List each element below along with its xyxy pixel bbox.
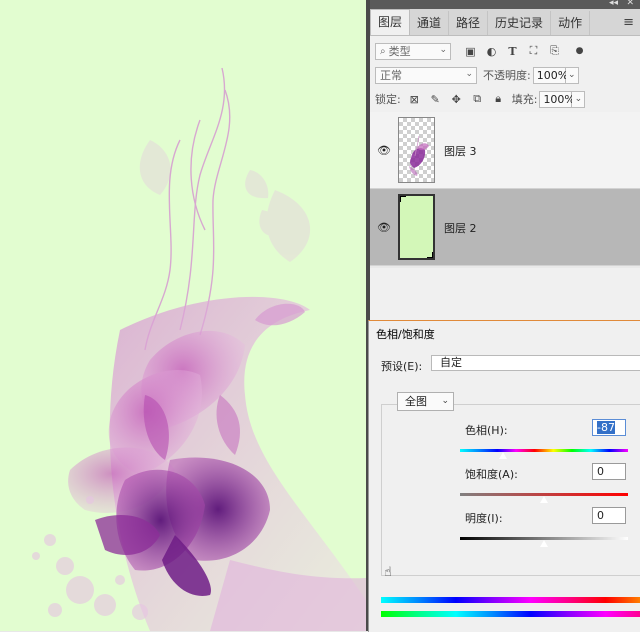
- flower-thumbnail: [409, 135, 429, 176]
- eye-icon[interactable]: 👁︎: [377, 221, 391, 234]
- tab-history[interactable]: 历史记录: [488, 11, 552, 35]
- menu-icon[interactable]: ≡: [623, 15, 634, 30]
- lightness-label: 明度(I):: [465, 512, 503, 525]
- blend-row: 正常 ⌄ 不透明度: 100% ⌄: [370, 63, 640, 87]
- shape-filter-icon[interactable]: ⛶: [526, 44, 541, 59]
- lock-label: 锁定:: [375, 93, 401, 106]
- lock-artboard-icon[interactable]: ⧉: [470, 92, 485, 107]
- close-panel-icon[interactable]: ✕: [626, 0, 634, 8]
- flower-artwork: [32, 67, 366, 631]
- saturation-input[interactable]: 0: [592, 463, 626, 480]
- layer-row-selected[interactable]: 👁︎ 图层 2: [370, 189, 640, 266]
- lock-transparent-icon[interactable]: ⊠: [407, 92, 422, 107]
- lightness-slider-thumb[interactable]: [539, 539, 549, 548]
- search-icon: ⌕: [380, 45, 386, 57]
- image-filter-icon[interactable]: ▣: [463, 44, 478, 59]
- fill-label: 填充:: [511, 93, 538, 106]
- chevron-down-icon: ⌄: [439, 44, 447, 55]
- tab-layers[interactable]: 图层: [370, 9, 411, 35]
- layer-name[interactable]: 图层 2: [444, 220, 477, 236]
- preset-label: 预设(E):: [381, 360, 423, 373]
- panel-title-bar: ◂◂ ✕: [370, 0, 640, 9]
- chevron-down-icon: ⌄: [465, 68, 473, 79]
- hue-slider-track[interactable]: [460, 449, 628, 452]
- lock-row: 锁定: ⊠ ✎ ✥ ⧉ 🔒︎ 填充: 100% ⌄: [370, 87, 640, 111]
- tab-actions[interactable]: 动作: [551, 11, 591, 35]
- opacity-label: 不透明度:: [483, 69, 531, 82]
- lightness-input[interactable]: 0: [592, 507, 626, 524]
- channel-select[interactable]: 全图 ⌄: [397, 392, 454, 411]
- layers-list: 👁︎ 图层 3 👁︎ 图层 2: [370, 112, 640, 268]
- tab-channels[interactable]: 通道: [410, 11, 450, 35]
- lock-move-icon[interactable]: ✥: [449, 92, 464, 107]
- document-canvas[interactable]: [0, 0, 366, 631]
- fill-dropdown[interactable]: ⌄: [572, 90, 586, 108]
- hand-target-icon[interactable]: ☝︎: [384, 565, 392, 580]
- thumbnail-corner: [427, 252, 433, 258]
- blend-mode-label: 正常: [380, 69, 402, 82]
- opacity-dropdown[interactable]: ⌄: [565, 66, 579, 84]
- collapse-panel-icon[interactable]: ◂◂: [609, 0, 618, 8]
- filter-type-select[interactable]: ⌕ 类型 ⌄: [375, 42, 451, 60]
- hue-slider-thumb[interactable]: [498, 451, 509, 460]
- chevron-down-icon: ⌄: [441, 396, 449, 406]
- layer-thumbnail: [398, 117, 435, 183]
- layer-thumbnail: [398, 194, 435, 260]
- hue-saturation-dialog: 色相/饱和度 预设(E): 自定 全图 ⌄ 色相(H): -87 饱和度(A):…: [368, 320, 640, 632]
- saturation-label: 饱和度(A):: [465, 468, 518, 481]
- panel-tabs: 图层 通道 路径 历史记录 动作 ≡: [370, 9, 640, 36]
- filter-toggle-icon[interactable]: ●: [572, 44, 587, 59]
- hue-label: 色相(H):: [465, 424, 508, 437]
- adjustment-filter-icon[interactable]: ◐: [484, 44, 499, 59]
- saturation-slider-thumb[interactable]: [539, 495, 549, 504]
- hue-value: -87: [597, 421, 615, 434]
- lock-all-icon[interactable]: 🔒︎: [491, 92, 506, 107]
- smart-object-filter-icon[interactable]: ⎘: [547, 44, 562, 59]
- eye-icon[interactable]: 👁︎: [377, 144, 391, 157]
- text-filter-icon[interactable]: T: [505, 44, 520, 59]
- layer-name[interactable]: 图层 3: [444, 143, 477, 159]
- channel-label: 全图: [405, 395, 427, 408]
- layer-filter-row: ⌕ 类型 ⌄ ▣ ◐ T ⛶ ⎘ ●: [370, 39, 640, 63]
- blend-mode-select[interactable]: 正常 ⌄: [375, 66, 477, 84]
- lock-brush-icon[interactable]: ✎: [428, 92, 443, 107]
- output-color-bar: [381, 611, 640, 617]
- input-color-bar: [381, 597, 640, 603]
- fill-input[interactable]: 100%: [539, 90, 575, 108]
- preset-select[interactable]: 自定: [431, 355, 640, 371]
- hue-input[interactable]: -87: [592, 419, 626, 436]
- tab-paths[interactable]: 路径: [449, 11, 489, 35]
- opacity-input[interactable]: 100%: [532, 66, 568, 84]
- layer-row[interactable]: 👁︎ 图层 3: [370, 112, 640, 189]
- thumbnail-corner: [400, 196, 406, 202]
- filter-type-label: 类型: [388, 45, 411, 58]
- dialog-title: 色相/饱和度: [376, 328, 435, 341]
